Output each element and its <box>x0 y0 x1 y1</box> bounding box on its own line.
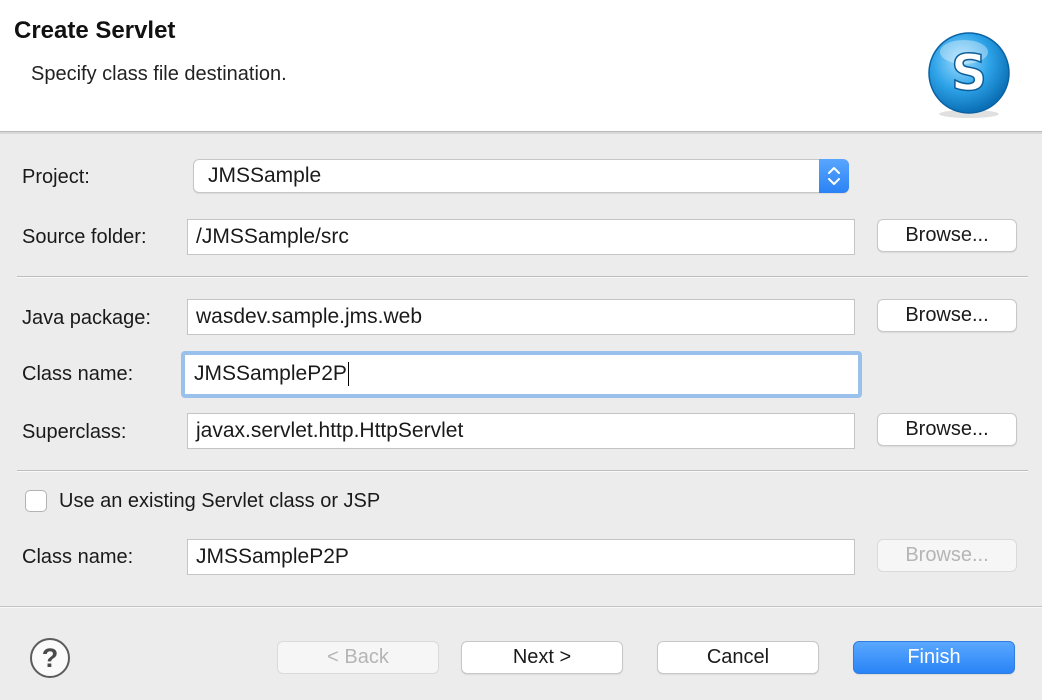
chevron-up-down-icon <box>828 167 840 185</box>
finish-button[interactable]: Finish <box>853 641 1015 674</box>
java-package-browse-button[interactable]: Browse... <box>877 299 1017 332</box>
existing-class-name-label: Class name: <box>22 546 134 568</box>
project-label: Project: <box>22 166 90 188</box>
class-name-field[interactable]: JMSSampleP2P <box>181 351 862 398</box>
java-package-field[interactable]: wasdev.sample.jms.web <box>187 299 855 335</box>
back-button[interactable]: < Back <box>277 641 439 674</box>
cancel-button[interactable]: Cancel <box>657 641 819 674</box>
section-separator <box>17 276 1028 278</box>
logo-letter: S <box>951 44 987 102</box>
page-title: Create Servlet <box>14 17 176 44</box>
header-divider <box>0 132 1042 134</box>
java-package-label: Java package: <box>22 307 151 329</box>
source-folder-field[interactable]: /JMSSample/src <box>187 219 855 255</box>
existing-class-name-field[interactable]: JMSSampleP2P <box>187 539 855 575</box>
project-select-value: JMSSample <box>208 164 322 187</box>
footer-separator <box>0 606 1042 608</box>
source-folder-label: Source folder: <box>22 226 147 248</box>
next-button[interactable]: Next > <box>461 641 623 674</box>
superclass-field[interactable]: javax.servlet.http.HttpServlet <box>187 413 855 449</box>
wizard-header: Create Servlet Specify class file destin… <box>0 0 1042 132</box>
existing-servlet-checkbox[interactable] <box>25 490 47 512</box>
project-select[interactable]: JMSSample <box>193 159 849 193</box>
help-icon[interactable]: ? <box>30 638 70 678</box>
existing-servlet-checkbox-label[interactable]: Use an existing Servlet class or JSP <box>59 490 380 513</box>
class-name-label: Class name: <box>22 363 134 385</box>
class-name-value: JMSSampleP2P <box>194 362 347 385</box>
existing-class-browse-button[interactable]: Browse... <box>877 539 1017 572</box>
servlet-logo-icon: S <box>928 32 1010 118</box>
source-folder-browse-button[interactable]: Browse... <box>877 219 1017 252</box>
superclass-label: Superclass: <box>22 421 127 443</box>
superclass-browse-button[interactable]: Browse... <box>877 413 1017 446</box>
section-separator <box>17 470 1028 472</box>
select-stepper <box>819 159 849 193</box>
text-caret <box>347 362 349 387</box>
page-description: Specify class file destination. <box>31 63 287 85</box>
